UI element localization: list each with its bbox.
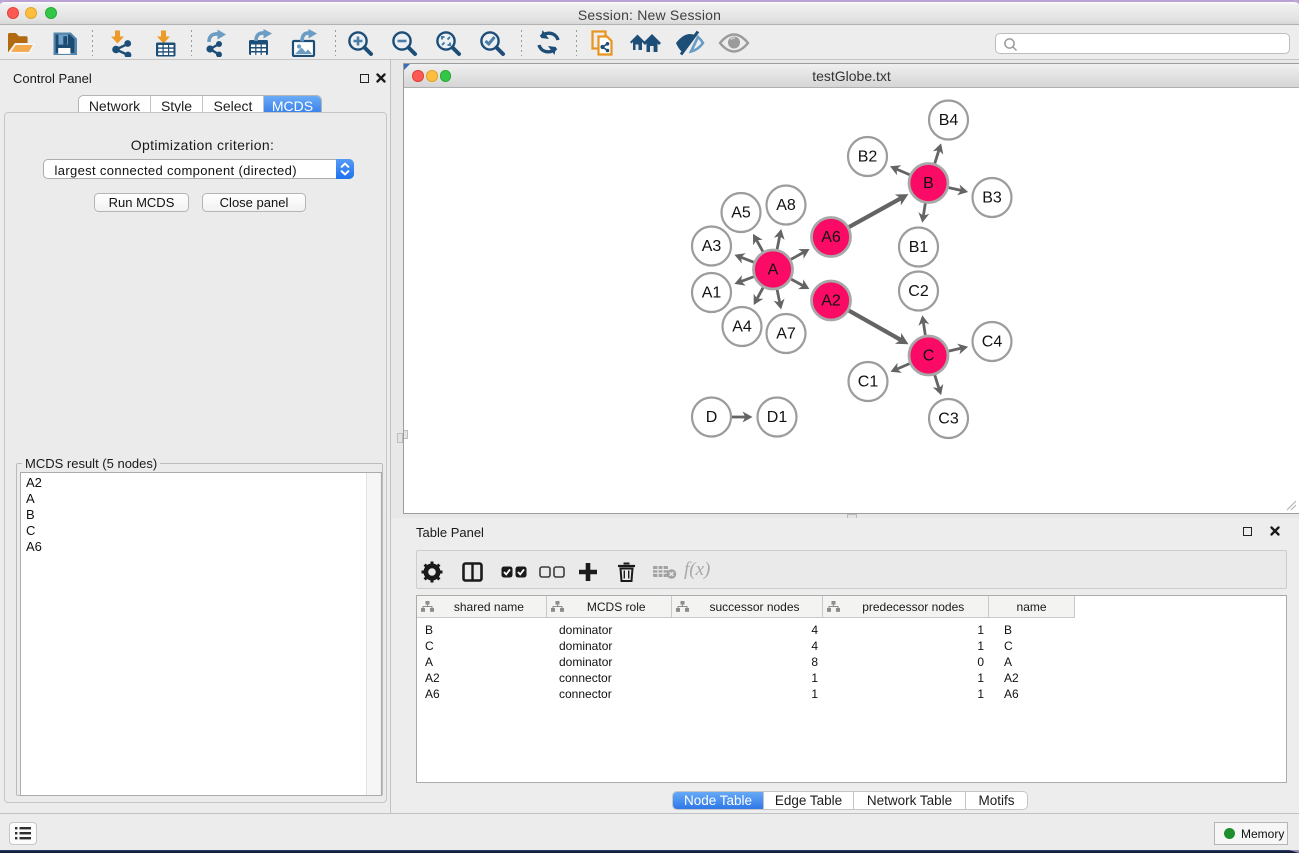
svg-text:D: D <box>706 409 718 426</box>
svg-text:C2: C2 <box>908 283 929 300</box>
svg-text:C3: C3 <box>938 411 959 428</box>
svg-text:D1: D1 <box>767 409 788 426</box>
svg-text:C4: C4 <box>982 334 1003 351</box>
svg-text:A8: A8 <box>776 197 796 214</box>
svg-text:A2: A2 <box>821 293 841 310</box>
svg-text:B: B <box>923 175 934 192</box>
svg-text:A: A <box>768 262 779 279</box>
svg-text:A5: A5 <box>731 205 751 222</box>
svg-text:B3: B3 <box>982 190 1002 207</box>
svg-text:B4: B4 <box>939 112 959 129</box>
svg-text:A3: A3 <box>702 238 722 255</box>
svg-text:A1: A1 <box>702 285 722 302</box>
svg-text:C1: C1 <box>858 374 879 391</box>
svg-text:A7: A7 <box>776 326 796 343</box>
svg-text:A4: A4 <box>732 319 752 336</box>
svg-text:A6: A6 <box>821 229 841 246</box>
svg-text:C: C <box>923 348 935 365</box>
svg-text:B2: B2 <box>858 149 878 166</box>
svg-text:B1: B1 <box>909 239 929 256</box>
